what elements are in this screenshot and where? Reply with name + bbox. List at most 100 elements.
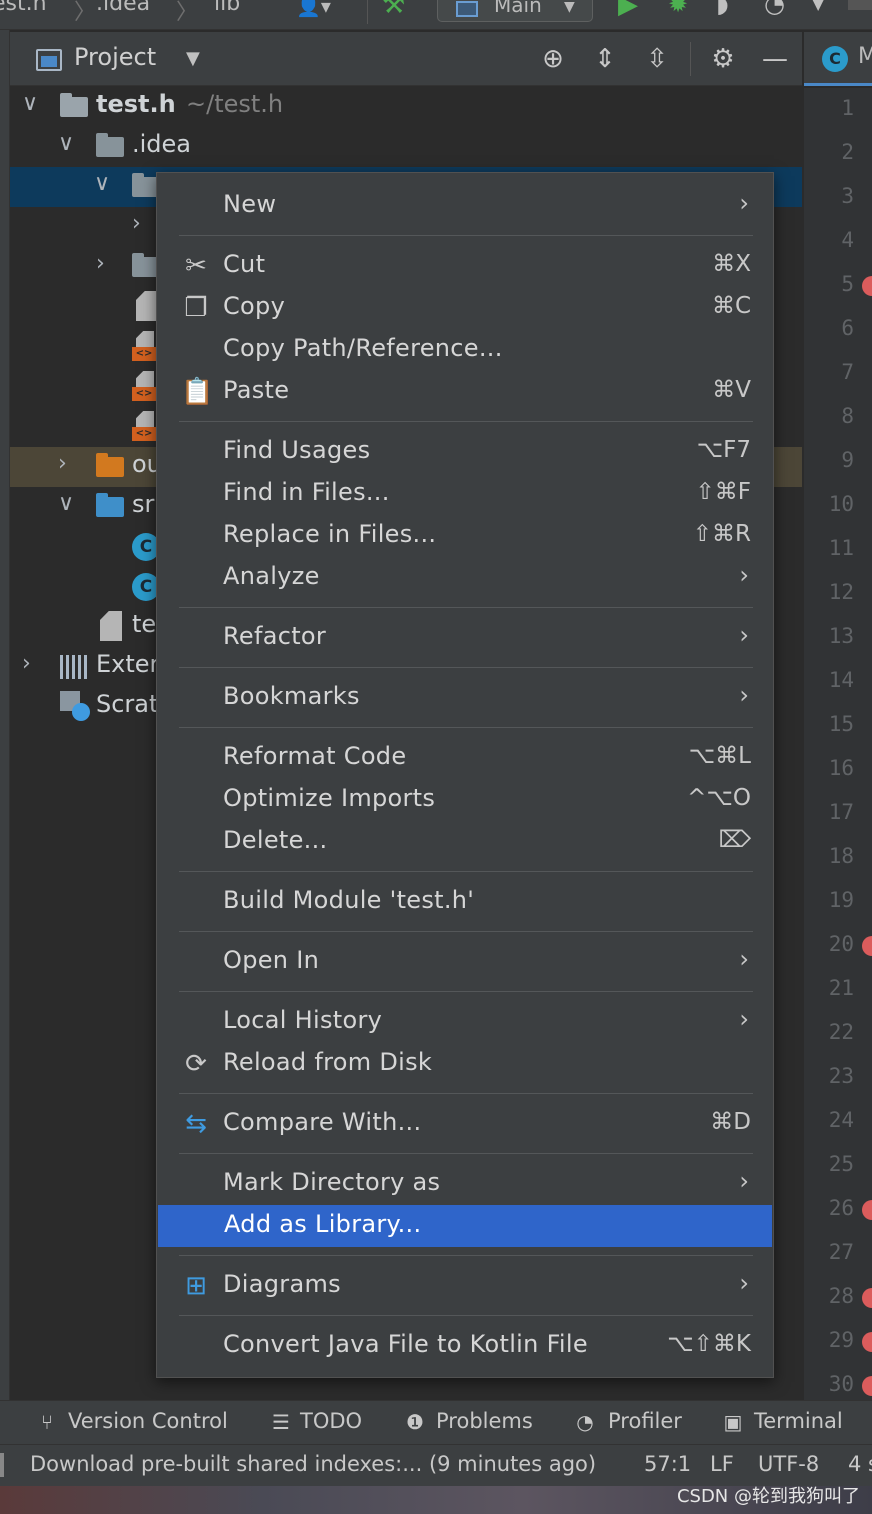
more-chevron-icon[interactable]: ▼ — [812, 0, 824, 13]
menu-item-copy-path-reference[interactable]: Copy Path/Reference... — [157, 329, 773, 371]
menu-item-replace-in-files[interactable]: Replace in Files... ⇧⌘R — [157, 515, 773, 557]
menu-item-analyze[interactable]: Analyze › — [157, 557, 773, 599]
menu-item-compare-with[interactable]: ⇆ Compare With... ⌘D — [157, 1103, 773, 1145]
line-number[interactable]: 20 — [804, 932, 854, 956]
line-number[interactable]: 10 — [804, 492, 854, 516]
chevron-down-icon[interactable]: ▼ — [186, 48, 200, 69]
line-number[interactable]: 27 — [804, 1240, 854, 1264]
line-number[interactable]: 14 — [804, 668, 854, 692]
menu-item-delete[interactable]: Delete... ⌦ — [157, 821, 773, 863]
line-number[interactable]: 15 — [804, 712, 854, 736]
caret-position[interactable]: 57:1 — [644, 1452, 691, 1476]
todo-button[interactable]: TODO — [300, 1409, 362, 1433]
chevron-down-icon[interactable]: ∨ — [22, 91, 38, 116]
menu-item-add-as-library[interactable]: Add as Library... — [158, 1205, 772, 1247]
coverage-icon[interactable]: ◗ — [716, 0, 729, 18]
line-number[interactable]: 11 — [804, 536, 854, 560]
line-number[interactable]: 30 — [804, 1372, 854, 1396]
line-number[interactable]: 7 — [804, 360, 854, 384]
menu-item-diagrams[interactable]: ⊞ Diagrams › — [157, 1265, 773, 1307]
breadcrumb-project[interactable]: est.h — [0, 0, 47, 16]
more-actions[interactable] — [848, 0, 872, 10]
line-number[interactable]: 2 — [804, 140, 854, 164]
menu-item-convert-java-file-to-kotlin-file[interactable]: Convert Java File to Kotlin File ⌥⇧⌘K — [157, 1325, 773, 1367]
status-message[interactable]: Download pre-built shared indexes:... (9… — [30, 1452, 596, 1476]
chevron-down-icon[interactable]: ∨ — [58, 131, 74, 156]
line-number[interactable]: 3 — [804, 184, 854, 208]
hide-icon[interactable]: — — [760, 44, 790, 74]
line-separator[interactable]: LF — [710, 1452, 734, 1476]
profile-icon[interactable]: ◔ — [764, 0, 785, 18]
menu-item-find-usages[interactable]: Find Usages ⌥F7 — [157, 431, 773, 473]
line-number[interactable]: 18 — [804, 844, 854, 868]
menu-item-optimize-imports[interactable]: Optimize Imports ^⌥O — [157, 779, 773, 821]
menu-item-paste[interactable]: 📋 Paste ⌘V — [157, 371, 773, 413]
menu-item-mark-directory-as[interactable]: Mark Directory as › — [157, 1163, 773, 1205]
line-number[interactable]: 28 — [804, 1284, 854, 1308]
gear-icon[interactable]: ⚙ — [708, 44, 738, 74]
menu-item-new[interactable]: New › — [157, 185, 773, 227]
chevron-right-icon[interactable]: › — [132, 211, 141, 236]
line-number[interactable]: 5 — [804, 272, 854, 296]
chevron-right-icon[interactable]: › — [58, 451, 67, 476]
line-number[interactable]: 6 — [804, 316, 854, 340]
user-icon[interactable]: 👤▾ — [296, 0, 331, 18]
breakpoint-marker[interactable] — [862, 936, 872, 956]
menu-item-bookmarks[interactable]: Bookmarks › — [157, 677, 773, 719]
menu-item-open-in[interactable]: Open In › — [157, 941, 773, 983]
line-number[interactable]: 9 — [804, 448, 854, 472]
line-number[interactable]: 12 — [804, 580, 854, 604]
breakpoint-marker[interactable] — [862, 1376, 872, 1396]
menu-item-copy[interactable]: ❐ Copy ⌘C — [157, 287, 773, 329]
menu-item-refactor[interactable]: Refactor › — [157, 617, 773, 659]
run-configuration-selector[interactable]: Main ▼ — [437, 0, 593, 22]
line-number[interactable]: 26 — [804, 1196, 854, 1220]
collapse-all-icon[interactable]: ⇳ — [642, 44, 672, 74]
menu-item-local-history[interactable]: Local History › — [157, 1001, 773, 1043]
chevron-down-icon[interactable]: ∨ — [58, 491, 74, 516]
breakpoint-marker[interactable] — [862, 1200, 872, 1220]
line-number[interactable]: 25 — [804, 1152, 854, 1176]
project-view-title[interactable]: Project — [74, 43, 156, 71]
line-number[interactable]: 23 — [804, 1064, 854, 1088]
chevron-right-icon[interactable]: › — [22, 651, 31, 676]
line-number[interactable]: 19 — [804, 888, 854, 912]
tree-row-root[interactable]: ∨ test.h ~/test.h — [10, 87, 802, 127]
terminal-button[interactable]: Terminal — [754, 1409, 843, 1433]
menu-item-cut[interactable]: ✂ Cut ⌘X — [157, 245, 773, 287]
build-hammer-icon[interactable]: ⚒ — [382, 0, 405, 20]
menu-item-reload-from-disk[interactable]: ⟳ Reload from Disk — [157, 1043, 773, 1085]
indent-setting[interactable]: 4 s — [848, 1452, 872, 1476]
line-number[interactable]: 21 — [804, 976, 854, 1000]
breadcrumb-lib[interactable]: lib — [214, 0, 240, 16]
locate-target-icon[interactable]: ⊕ — [538, 44, 568, 74]
breadcrumb-idea[interactable]: .idea — [96, 0, 150, 16]
tree-row-idea[interactable]: ∨ .idea — [10, 127, 802, 167]
line-number[interactable]: 24 — [804, 1108, 854, 1132]
line-number[interactable]: 13 — [804, 624, 854, 648]
line-number[interactable]: 8 — [804, 404, 854, 428]
line-number[interactable]: 1 — [804, 96, 854, 120]
line-number[interactable]: 17 — [804, 800, 854, 824]
breakpoint-marker[interactable] — [862, 1332, 872, 1352]
chevron-down-icon[interactable]: ∨ — [94, 171, 110, 196]
debug-icon[interactable]: ✹ — [668, 0, 688, 18]
expand-all-icon[interactable]: ⇕ — [590, 44, 620, 74]
menu-item-find-in-files[interactable]: Find in Files... ⇧⌘F — [157, 473, 773, 515]
editor-tab[interactable]: C M — [804, 32, 872, 86]
version-control-button[interactable]: Version Control — [68, 1409, 228, 1433]
line-number[interactable]: 16 — [804, 756, 854, 780]
breakpoint-marker[interactable] — [862, 276, 872, 296]
chevron-right-icon[interactable]: › — [96, 251, 105, 276]
line-number[interactable]: 4 — [804, 228, 854, 252]
menu-item-reformat-code[interactable]: Reformat Code ⌥⌘L — [157, 737, 773, 779]
problems-button[interactable]: Problems — [436, 1409, 533, 1433]
editor-gutter[interactable]: 1 2 3 4 5 6 7 8 9 10 11 12 13 14 15 16 17 18 19 20 21 22 23 24 2… — [804, 88, 872, 1400]
line-number[interactable]: 29 — [804, 1328, 854, 1352]
breakpoint-marker[interactable] — [862, 1288, 872, 1308]
file-encoding[interactable]: UTF-8 — [758, 1452, 819, 1476]
profiler-button[interactable]: Profiler — [608, 1409, 682, 1433]
line-number[interactable]: 22 — [804, 1020, 854, 1044]
run-icon[interactable]: ▶ — [618, 0, 638, 20]
menu-item-build-module-test-h[interactable]: Build Module 'test.h' — [157, 881, 773, 923]
